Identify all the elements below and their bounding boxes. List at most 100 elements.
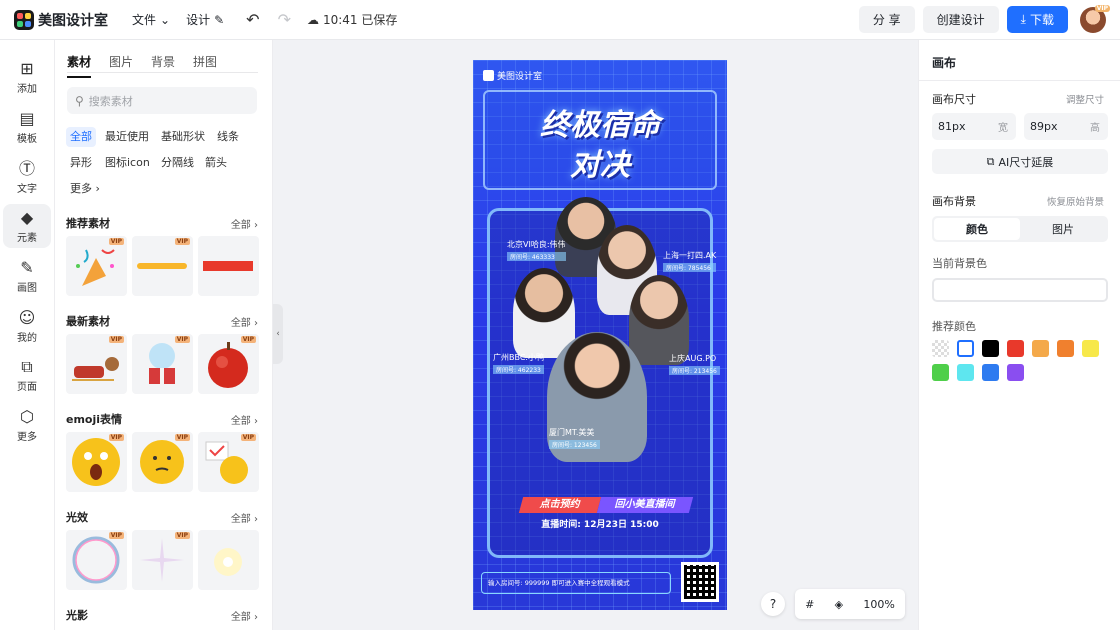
cube-icon: ⬡	[20, 406, 34, 426]
asset-snowglobe-gift[interactable]: VIP	[132, 334, 193, 394]
asset-bubble[interactable]: VIP	[66, 530, 127, 590]
poster-title-line2[interactable]: 对决	[473, 140, 727, 184]
design-canvas[interactable]: 美图设计室 终极宿命 对决 北京VI哈良:伟伟 房间号: 463333 上海一打四…	[473, 60, 727, 610]
shapes-icon: ◆	[20, 207, 34, 227]
resize-link[interactable]: 调整尺寸	[1066, 92, 1104, 106]
player-name: 厦门MT.美美	[549, 428, 595, 437]
brush-stroke-icon	[137, 263, 187, 269]
redo-icon[interactable]: ↷	[278, 10, 291, 29]
apple-icon	[208, 342, 248, 388]
current-color-swatch[interactable]	[932, 278, 1108, 302]
qr-pattern-icon	[684, 565, 716, 599]
swatch-blue[interactable]	[982, 364, 999, 381]
ai-resize-icon: ⧉	[986, 154, 995, 168]
rail-more[interactable]: ⬡ 更多	[3, 403, 51, 447]
player-photo[interactable]	[629, 275, 689, 365]
logo-mark-icon	[14, 9, 34, 30]
see-all-link[interactable]: 全部 ›	[231, 608, 258, 623]
rail-template[interactable]: ▤ 模板	[3, 105, 51, 149]
chip-irregular[interactable]: 异形	[66, 153, 96, 173]
asset-apple[interactable]: VIP	[198, 334, 259, 394]
asset-glow[interactable]	[198, 530, 259, 590]
search-input[interactable]: ⚲ 搜索素材	[67, 87, 257, 114]
tab-materials[interactable]: 素材	[67, 53, 92, 78]
help-button[interactable]: ?	[761, 592, 785, 616]
asset-sleigh[interactable]: VIP	[66, 334, 127, 394]
chip-icons[interactable]: 图标icon	[101, 153, 154, 173]
rail-elements[interactable]: ◆ 元素	[3, 204, 51, 248]
chip-dividers[interactable]: 分隔线	[157, 153, 198, 173]
asset-sparkle[interactable]: VIP	[132, 530, 193, 590]
layers-icon[interactable]: ◈	[835, 598, 843, 611]
qr-code[interactable]	[681, 562, 719, 602]
plus-square-icon: ⊞	[20, 58, 34, 78]
width-field[interactable]: 81px 宽	[932, 113, 1016, 140]
swatch-orange[interactable]	[1057, 340, 1074, 357]
chip-arrows[interactable]: 箭头	[201, 153, 231, 173]
swatch-transparent[interactable]	[932, 340, 949, 357]
zoom-level[interactable]: 100%	[863, 598, 894, 611]
rail-draw[interactable]: ✎ 画图	[3, 254, 51, 298]
swatch-yellow[interactable]	[1082, 340, 1099, 357]
live-time[interactable]: 直播时间: 12月23日 15:00	[473, 517, 727, 530]
chip-lines[interactable]: 线条	[213, 127, 243, 147]
swatch-black[interactable]	[982, 340, 999, 357]
tab-images[interactable]: 图片	[109, 53, 133, 78]
collapse-panel-button[interactable]: ‹	[273, 304, 283, 364]
asset-emoji-shocked[interactable]: VIP	[66, 432, 127, 492]
create-design-button[interactable]: 创建设计	[922, 6, 999, 33]
swatch-light-orange[interactable]	[1032, 340, 1049, 357]
width-value: 81px	[938, 120, 966, 133]
asset-emoji-chick[interactable]: VIP	[198, 432, 259, 492]
player-room-id: 房间号: 463333	[507, 252, 566, 261]
tab-backgrounds[interactable]: 背景	[151, 53, 175, 78]
swatch-red[interactable]	[1007, 340, 1024, 357]
design-menu[interactable]: 设计 ✎	[186, 11, 224, 28]
asset-red-bar[interactable]	[198, 236, 259, 296]
app-logo[interactable]: 美图设计室	[14, 9, 108, 30]
download-button[interactable]: ⤓ 下载	[1006, 6, 1068, 33]
vip-badge: VIP	[174, 532, 190, 539]
asset-party-popper[interactable]: VIP	[66, 236, 127, 296]
see-all-link[interactable]: 全部 ›	[231, 412, 258, 427]
see-all-label: 全部	[230, 220, 251, 231]
rail-text[interactable]: Ⓣ 文字	[3, 155, 51, 199]
cta-banner[interactable]: 点击预约 回小美直播间	[518, 497, 694, 513]
asset-yellow-brush[interactable]: VIP	[132, 236, 193, 296]
height-field[interactable]: 89px 高	[1024, 113, 1108, 140]
rail-add[interactable]: ⊞ 添加	[3, 55, 51, 99]
see-all-link[interactable]: 全部 ›	[231, 216, 258, 231]
chip-more[interactable]: 更多 ›	[66, 179, 104, 199]
section-title-recommended: 推荐素材	[66, 217, 110, 230]
asset-emoji-thinking[interactable]: VIP	[132, 432, 193, 492]
see-all-label: 全部	[230, 318, 251, 329]
rail-mine[interactable]: ☺ 我的	[3, 304, 51, 348]
swatch-white[interactable]	[957, 340, 974, 357]
download-icon: ⤓	[1020, 12, 1026, 26]
reset-bg-link[interactable]: 恢复原始背景	[1047, 194, 1104, 208]
chip-recent[interactable]: 最近使用	[101, 127, 153, 147]
see-all-link[interactable]: 全部 ›	[231, 510, 258, 525]
tab-color[interactable]: 颜色	[934, 218, 1020, 240]
tab-image[interactable]: 图片	[1020, 218, 1106, 240]
chip-basic-shapes[interactable]: 基础形状	[157, 127, 209, 147]
poster-title-line1[interactable]: 终极宿命	[473, 100, 727, 144]
grid-toggle-icon[interactable]: #	[805, 598, 814, 611]
red-rectangle-icon	[203, 261, 253, 271]
player-label: 北京VI哈良:伟伟 房间号: 463333	[507, 239, 566, 261]
file-menu[interactable]: 文件 ⌄	[132, 11, 170, 28]
see-all-link[interactable]: 全部 ›	[231, 314, 258, 329]
ai-resize-button[interactable]: ⧉ AI尺寸延展	[932, 149, 1108, 174]
assets-panel: 素材 图片 背景 拼图 ⚲ 搜索素材 全部 最近使用 基础形状 线条 异形 图标i…	[55, 40, 273, 630]
share-button[interactable]: 分 享	[858, 6, 915, 33]
tab-collage[interactable]: 拼图	[193, 53, 217, 78]
chip-all[interactable]: 全部	[66, 127, 96, 147]
swatch-cyan[interactable]	[957, 364, 974, 381]
swatch-purple[interactable]	[1007, 364, 1024, 381]
panel-divider	[919, 80, 1120, 81]
room-entry-text[interactable]: 输入房间号: 999999 即可进入赛中全程观看模式	[481, 572, 671, 594]
undo-icon[interactable]: ↶	[246, 10, 259, 29]
rail-pages[interactable]: ⧉ 页面	[3, 353, 51, 397]
swatch-green[interactable]	[932, 364, 949, 381]
avatar[interactable]: VIP	[1080, 4, 1110, 33]
